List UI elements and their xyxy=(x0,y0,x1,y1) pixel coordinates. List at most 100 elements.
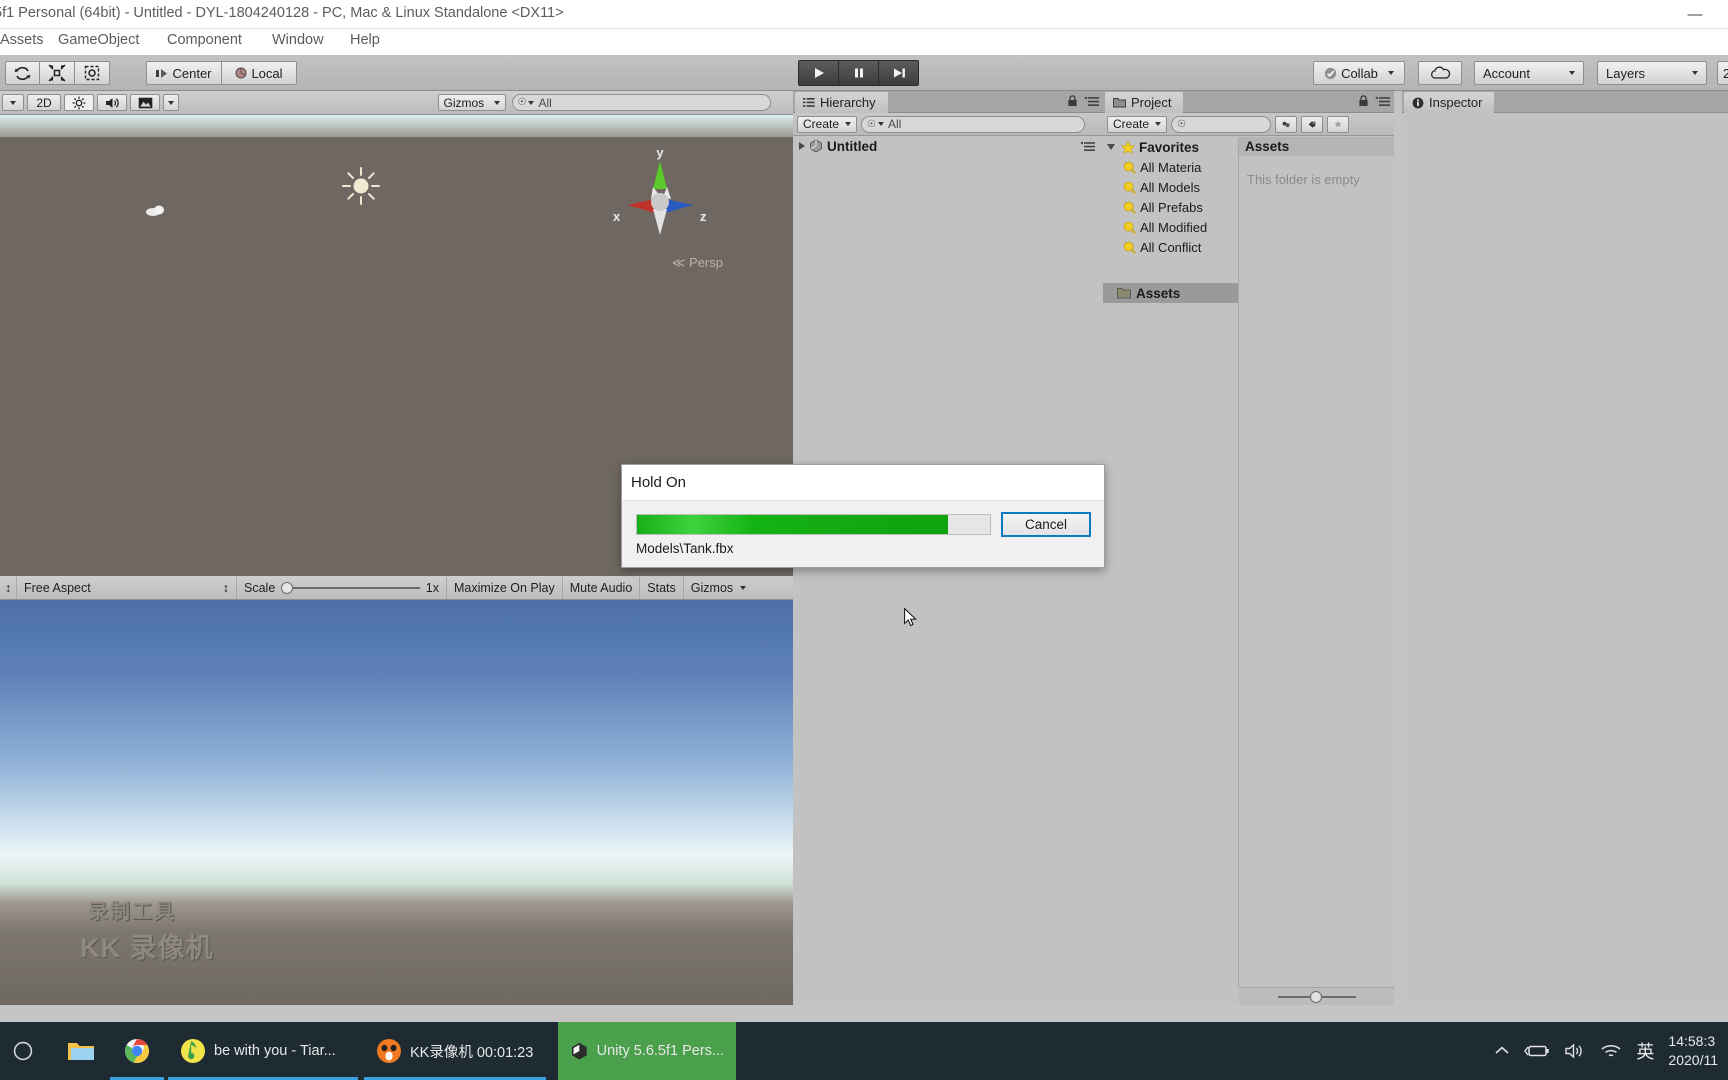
folder-icon xyxy=(68,1043,94,1060)
scene-projection-label[interactable]: ≪ Persp xyxy=(672,255,723,271)
menu-item-window[interactable]: Window xyxy=(272,32,324,48)
scene-row-menu-icon[interactable] xyxy=(1080,141,1095,152)
favorite-item-all-prefabs[interactable]: All Prefabs xyxy=(1103,197,1238,217)
scene-search-input[interactable]: ☉ All xyxy=(511,94,771,111)
project-filter-label-button[interactable] xyxy=(1301,115,1323,133)
play-button[interactable] xyxy=(798,60,839,86)
main-toolbar: Center Local Collab Account Layers 2 xyxy=(0,55,1728,91)
project-tree: Favorites All Materia All Models All Pre… xyxy=(1103,137,1239,987)
scene-draw-mode-dropdown[interactable] xyxy=(2,94,24,111)
game-canvas[interactable]: 录制工具 KK 录像机 xyxy=(0,600,793,1005)
window-title-bar: 5f1 Personal (64bit) - Untitled - DYL-18… xyxy=(0,0,1728,29)
scene-orientation-gizmo[interactable]: y x z xyxy=(605,143,715,253)
scene-audio-toggle[interactable] xyxy=(97,94,127,111)
watermark-line-1: 录制工具 xyxy=(88,901,176,923)
layers-button[interactable]: Layers xyxy=(1597,61,1707,85)
tab-hierarchy[interactable]: Hierarchy xyxy=(795,92,888,113)
account-button[interactable]: Account xyxy=(1474,61,1584,85)
game-stats-toggle[interactable]: Stats xyxy=(639,576,683,599)
game-aspect-dropdown[interactable]: Free Aspect ↕ xyxy=(16,576,236,599)
lock-icon[interactable] xyxy=(1358,95,1369,107)
game-scale-value: 1x xyxy=(425,580,439,595)
pivot-mode-button[interactable]: Center xyxy=(146,61,222,85)
layout-button[interactable]: 2 xyxy=(1717,61,1728,85)
taskbar-item-unity-editor[interactable]: Unity 5.6.5f1 Pers... xyxy=(558,1022,736,1080)
project-create-dropdown[interactable]: Create xyxy=(1107,115,1167,133)
battery-icon[interactable] xyxy=(1524,1043,1550,1059)
scale-tool-button[interactable] xyxy=(39,61,75,85)
collab-button[interactable]: Collab xyxy=(1313,61,1405,85)
tab-inspector[interactable]: Inspector xyxy=(1404,92,1495,113)
favorite-item-all-modified[interactable]: All Modified xyxy=(1103,217,1238,237)
wifi-icon[interactable] xyxy=(1600,1042,1622,1060)
scene-lighting-toggle[interactable] xyxy=(64,94,94,111)
panel-menu-icon[interactable] xyxy=(1375,96,1390,107)
scene-gizmos-dropdown[interactable]: Gizmos xyxy=(437,94,506,111)
favorite-item-all-models[interactable]: All Models xyxy=(1103,177,1238,197)
scale-slider-track[interactable] xyxy=(281,581,420,594)
menu-item-gameobject[interactable]: GameObject xyxy=(58,32,139,48)
hierarchy-search-input[interactable]: ☉ All xyxy=(861,115,1085,133)
hierarchy-scene-row[interactable]: Untitled xyxy=(793,137,1103,155)
lock-icon[interactable] xyxy=(1067,95,1078,107)
project-filter-type-button[interactable] xyxy=(1275,115,1297,133)
taskbar-start-button[interactable] xyxy=(0,1022,46,1080)
directional-light-gizmo-icon[interactable] xyxy=(340,165,382,207)
game-mute-audio-toggle[interactable]: Mute Audio xyxy=(561,576,640,599)
menu-bar: Assets GameObject Component Window Help xyxy=(0,29,1728,55)
system-tray: 英 14:58:3 2020/11 xyxy=(1494,1022,1728,1080)
menu-item-component[interactable]: Component xyxy=(167,32,242,48)
rotation-mode-button[interactable]: Local xyxy=(221,61,297,85)
dialog-cancel-button[interactable]: Cancel xyxy=(1001,512,1091,537)
expand-triangle-icon[interactable] xyxy=(799,142,805,150)
account-label: Account xyxy=(1483,65,1530,81)
collapse-triangle-icon[interactable] xyxy=(1107,144,1115,150)
project-favorites-header[interactable]: Favorites xyxy=(1103,137,1238,157)
taskbar-item-kk-recorder[interactable]: KK录像机 00:01:23 xyxy=(364,1022,546,1080)
taskbar-clock[interactable]: 14:58:3 2020/11 xyxy=(1668,1032,1718,1070)
project-assets-folder-row[interactable]: Assets xyxy=(1103,283,1238,303)
project-tab-row: Project xyxy=(1103,91,1394,113)
layers-label: Layers xyxy=(1606,65,1646,81)
scale-slider-knob[interactable] xyxy=(281,581,294,594)
taskbar-item-music-player[interactable]: be with you - Tiar... xyxy=(168,1022,358,1080)
center-pivot-icon xyxy=(156,68,168,78)
tab-project[interactable]: Project xyxy=(1105,92,1184,113)
project-icon-size-slider[interactable] xyxy=(1277,990,1356,1003)
project-search-input[interactable]: ☉ xyxy=(1171,115,1271,133)
rotate-tool-button[interactable] xyxy=(5,61,40,85)
window-minimize-button[interactable]: — xyxy=(1672,0,1718,28)
menu-item-assets[interactable]: Assets xyxy=(0,32,44,48)
hierarchy-create-dropdown[interactable]: Create xyxy=(797,115,857,133)
project-split: Favorites All Materia All Models All Pre… xyxy=(1103,137,1394,987)
game-scale-slider[interactable]: Scale 1x xyxy=(236,576,446,599)
scene-2d-toggle[interactable]: 2D xyxy=(27,94,61,111)
favorite-item-all-materials[interactable]: All Materia xyxy=(1103,157,1238,177)
hierarchy-search-placeholder: All xyxy=(887,117,902,131)
panel-menu-icon[interactable] xyxy=(1084,96,1099,107)
hierarchy-subbar: Create ☉ All xyxy=(793,113,1103,136)
rect-tool-button[interactable] xyxy=(74,61,110,85)
window-title: 5f1 Personal (64bit) - Untitled - DYL-18… xyxy=(0,5,564,21)
game-maximize-on-play-toggle[interactable]: Maximize On Play xyxy=(446,576,562,599)
project-favorite-button[interactable] xyxy=(1327,115,1349,133)
cloud-button[interactable] xyxy=(1418,61,1462,85)
unity-icon xyxy=(571,1042,587,1060)
scene-fx-dropdown[interactable] xyxy=(163,94,179,111)
project-footer xyxy=(1239,987,1394,1005)
ime-indicator[interactable]: 英 xyxy=(1636,1038,1654,1064)
game-view-menu-handle[interactable]: ↕ xyxy=(2,577,16,599)
step-button[interactable] xyxy=(878,60,919,86)
taskbar-item-file-explorer[interactable] xyxy=(54,1022,108,1080)
aspect-stepper-icon: ↕ xyxy=(222,580,229,595)
menu-item-help[interactable]: Help xyxy=(350,32,380,48)
scene-fx-toggle[interactable] xyxy=(130,94,160,111)
favorite-item-all-conflicted[interactable]: All Conflict xyxy=(1103,237,1238,257)
zoom-slider-knob[interactable] xyxy=(1309,990,1322,1003)
game-gizmos-dropdown[interactable]: Gizmos xyxy=(682,576,753,599)
taskbar-item-chrome[interactable] xyxy=(110,1022,164,1080)
volume-icon[interactable] xyxy=(1564,1042,1586,1060)
project-content-header: Assets xyxy=(1239,137,1394,156)
pause-button[interactable] xyxy=(838,60,879,86)
chevron-up-icon[interactable] xyxy=(1494,1045,1510,1057)
